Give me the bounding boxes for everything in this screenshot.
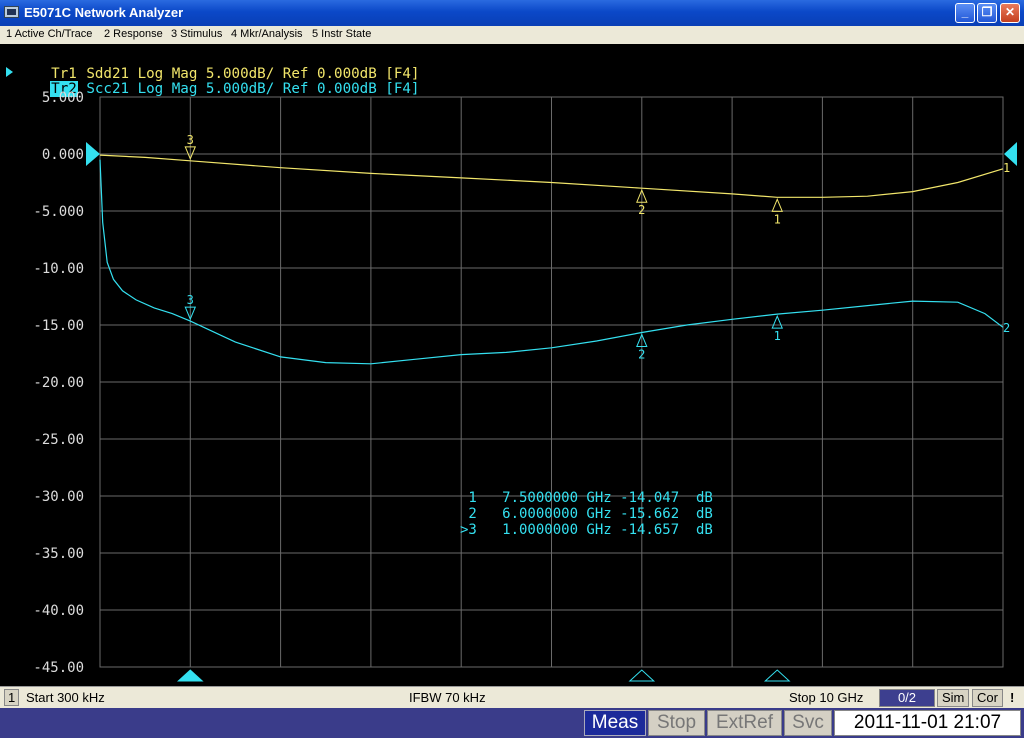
stop-button[interactable]: Stop — [648, 710, 705, 736]
channel-number[interactable]: 1 — [4, 689, 20, 706]
menu-stimulus[interactable]: 3 Stimulus — [171, 28, 222, 40]
marker-3-label: 3 — [187, 133, 194, 147]
menu-response[interactable]: 2 Response — [104, 28, 163, 40]
y-tick-label: -30.00 — [33, 489, 84, 505]
y-axis-labels: 5.000 0.000 -5.000 -10.00 -15.00 -20.00 -25.00… — [33, 90, 84, 676]
window-title: E5071C Network Analyzer — [24, 5, 184, 20]
minimize-button[interactable]: _ — [955, 3, 975, 23]
close-button[interactable]: ✕ — [1000, 3, 1020, 23]
averaging-status[interactable]: 0/2 — [879, 689, 935, 707]
maximize-button[interactable]: ❐ — [977, 3, 997, 23]
y-tick-label: -40.00 — [33, 603, 84, 619]
stimulus-marker-3-icon — [176, 669, 204, 682]
trace-1-end-label: 1 — [1003, 161, 1010, 175]
correction-status[interactable]: Cor — [972, 689, 1003, 707]
ifbw[interactable]: IFBW 70 kHz — [409, 690, 486, 705]
date-time: 2011-11-01 21:07 — [834, 710, 1021, 736]
menu-bar: 1 Active Ch/Trace 2 Response 3 Stimulus … — [0, 26, 1024, 44]
window-titlebar: E5071C Network Analyzer _ ❐ ✕ — [0, 0, 1024, 26]
meas-button[interactable]: Meas — [584, 710, 646, 736]
y-tick-label: -15.00 — [33, 318, 84, 334]
reference-left-arrow-icon — [86, 142, 100, 166]
marker-readout-1: 1 7.5000000 GHz -14.047 dB — [460, 490, 713, 506]
marker-1-label: 1 — [774, 329, 781, 343]
marker-readout-3: >3 1.0000000 GHz -14.657 dB — [460, 522, 713, 538]
trace-2-end-label: 2 — [1003, 321, 1010, 335]
marker-2-label: 2 — [638, 203, 645, 217]
instrument-bar: Meas Stop ExtRef Svc 2011-11-01 21:07 — [0, 708, 1024, 738]
menu-active-ch-trace[interactable]: 1 Active Ch/Trace — [6, 28, 92, 40]
y-tick-label: -45.00 — [33, 660, 84, 676]
start-frequency[interactable]: Start 300 kHz — [26, 690, 105, 705]
marker-readout-2: 2 6.0000000 GHz -15.662 dB — [460, 506, 713, 522]
status-bar: 1 Start 300 kHz IFBW 70 kHz Stop 10 GHz … — [0, 686, 1024, 708]
app-icon — [4, 6, 19, 18]
trace-plot[interactable]: 5.000 0.000 -5.000 -10.00 -15.00 -20.00 -25.00… — [0, 84, 1024, 686]
marker-1-triangle — [771, 314, 783, 329]
stimulus-marker-1-icon — [763, 669, 791, 682]
sim-status[interactable]: Sim — [937, 689, 970, 707]
y-tick-label: -25.00 — [33, 432, 84, 448]
marker-2-label: 2 — [638, 348, 645, 362]
trace-header: Tr1 Sdd21 Log Mag 5.000dB/ Ref 0.000dB [… — [0, 44, 1024, 97]
y-tick-label: -35.00 — [33, 546, 84, 562]
y-tick-label: 5.000 — [42, 90, 84, 106]
marker-1-triangle — [771, 198, 783, 212]
y-tick-label: -10.00 — [33, 261, 84, 277]
active-trace-arrow-icon — [6, 67, 13, 77]
stimulus-marker-2-icon — [628, 669, 656, 682]
svc-button[interactable]: Svc — [784, 710, 832, 736]
y-tick-label: -5.000 — [33, 204, 84, 220]
warning-flag: ! — [1010, 690, 1015, 705]
menu-instr-state[interactable]: 5 Instr State — [312, 28, 371, 40]
menu-mkr-analysis[interactable]: 4 Mkr/Analysis — [231, 28, 303, 40]
marker-1-label: 1 — [774, 212, 781, 226]
stop-frequency[interactable]: Stop 10 GHz — [789, 690, 863, 705]
y-tick-label: -20.00 — [33, 375, 84, 391]
extref-button[interactable]: ExtRef — [707, 710, 782, 736]
y-tick-label: 0.000 — [42, 147, 84, 163]
marker-3-label: 3 — [187, 293, 194, 307]
